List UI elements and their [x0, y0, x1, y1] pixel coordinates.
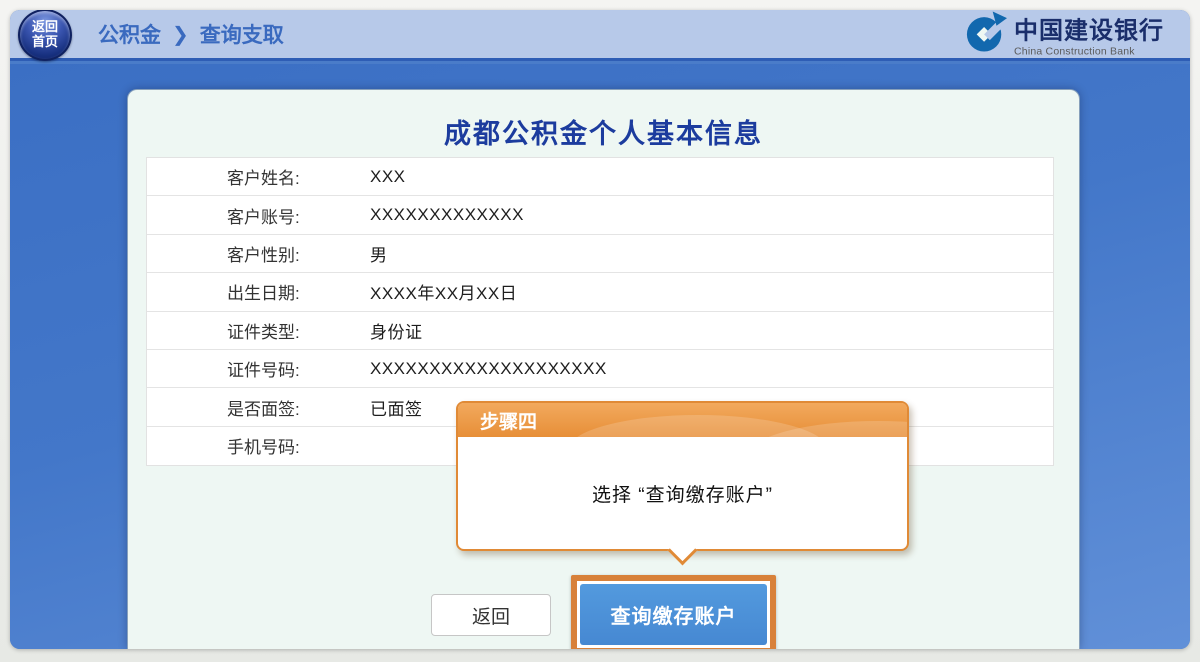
breadcrumb-current-page: 查询支取: [200, 19, 284, 49]
field-value: XXXXXXXXXXXXX: [370, 205, 524, 225]
query-deposit-account-button[interactable]: 查询缴存账户: [580, 584, 767, 645]
step-highlight-frame: 查询缴存账户: [571, 575, 776, 649]
field-value: XXXX年XX月XX日: [370, 279, 517, 304]
table-row: 证件类型: 身份证: [147, 312, 1053, 350]
field-value: XXX: [370, 167, 406, 187]
breadcrumb: 公积金 ❯ 查询支取: [98, 19, 284, 49]
bank-logo: 中国建设银行 China Construction Bank: [965, 10, 1164, 59]
bank-name-chinese: 中国建设银行: [1014, 11, 1164, 46]
field-value: 男: [370, 241, 388, 266]
return-home-line1: 返回: [32, 20, 58, 35]
field-label: 出生日期:: [227, 279, 370, 304]
breadcrumb-section[interactable]: 公积金: [98, 19, 161, 49]
field-value: 已面签: [370, 395, 423, 420]
field-label: 证件类型:: [227, 318, 370, 343]
page-title: 成都公积金个人基本信息: [128, 112, 1079, 151]
field-label: 客户姓名:: [227, 164, 370, 189]
breadcrumb-chevron-icon: ❯: [172, 22, 189, 47]
back-button[interactable]: 返回: [431, 594, 551, 636]
main-background: 成都公积金个人基本信息 客户姓名: XXX 客户账号: XXXXXXXXXXXX…: [10, 64, 1190, 649]
field-label: 是否面签:: [227, 395, 370, 420]
table-row: 客户账号: XXXXXXXXXXXXX: [147, 196, 1053, 234]
table-row: 客户姓名: XXX: [147, 158, 1053, 196]
table-row: 证件号码: XXXXXXXXXXXXXXXXXXXX: [147, 350, 1053, 388]
field-label: 手机号码:: [227, 433, 370, 458]
info-panel: 成都公积金个人基本信息 客户姓名: XXX 客户账号: XXXXXXXXXXXX…: [127, 89, 1080, 649]
step-tooltip-text: 选择 “查询缴存账户”: [458, 437, 907, 549]
field-value: 身份证: [370, 318, 423, 343]
return-home-button[interactable]: 返回 首页: [18, 10, 72, 61]
kiosk-screen: 返回 首页 公积金 ❯ 查询支取 中国建设银行 China Constructi…: [10, 10, 1190, 649]
table-row: 客户性别: 男: [147, 235, 1053, 273]
bank-name-english: China Construction Bank: [1014, 46, 1164, 58]
field-label: 客户账号:: [227, 203, 370, 228]
ccb-logo-icon: [965, 10, 1007, 59]
bank-name: 中国建设银行 China Construction Bank: [1014, 11, 1164, 58]
step-tooltip-title: 步骤四: [458, 403, 907, 437]
table-row: 出生日期: XXXX年XX月XX日: [147, 273, 1053, 311]
header-bar: 返回 首页 公积金 ❯ 查询支取 中国建设银行 China Constructi…: [10, 10, 1190, 61]
step-tooltip: 步骤四 选择 “查询缴存账户”: [456, 401, 909, 551]
field-value: XXXXXXXXXXXXXXXXXXXX: [370, 359, 607, 379]
field-label: 证件号码:: [227, 356, 370, 381]
return-home-line2: 首页: [32, 35, 58, 50]
field-label: 客户性别:: [227, 241, 370, 266]
